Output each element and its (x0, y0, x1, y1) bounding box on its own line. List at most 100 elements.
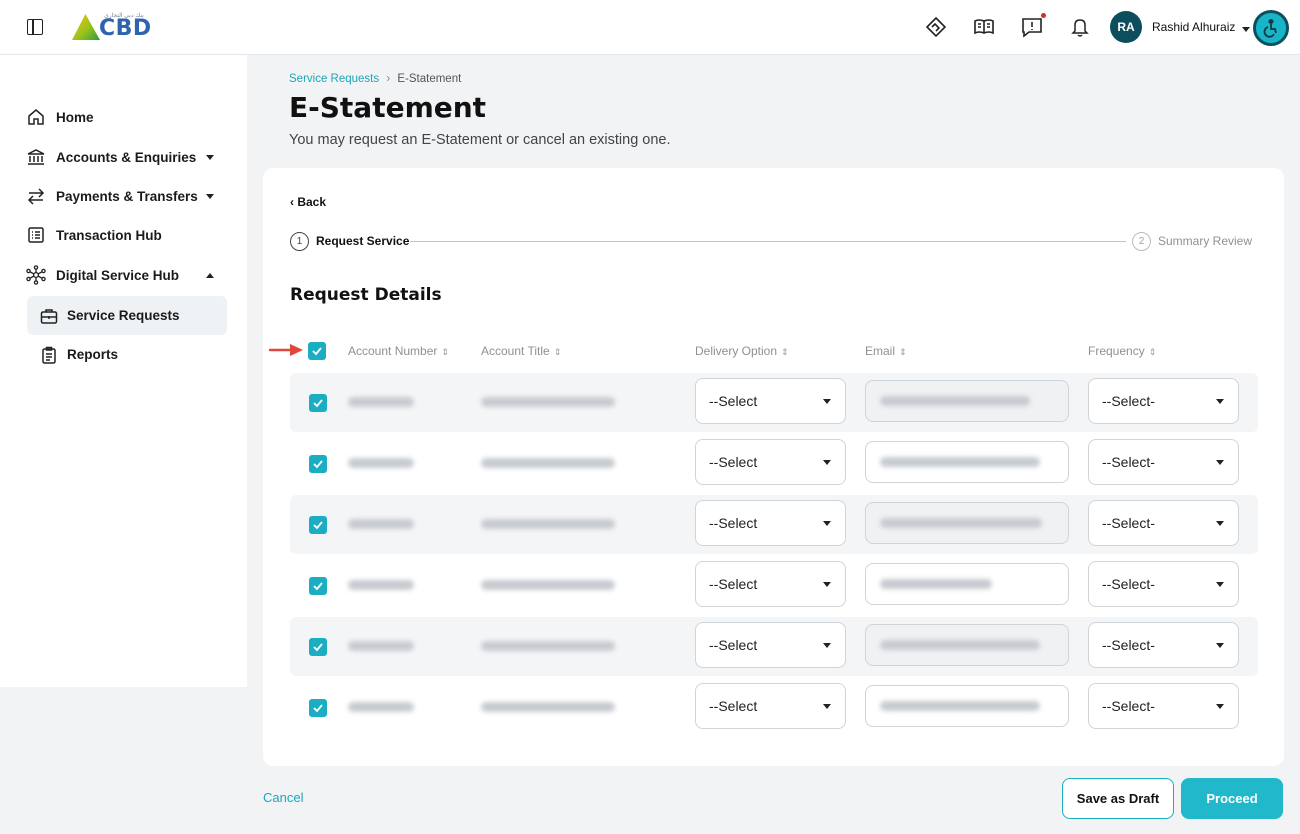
account-title-redacted (481, 397, 615, 407)
row-checkbox[interactable] (309, 699, 327, 717)
sidebar-item-service-requests[interactable]: Service Requests (27, 296, 227, 335)
account-number-redacted (348, 458, 414, 468)
account-number-redacted (348, 580, 414, 590)
email-field[interactable] (865, 441, 1069, 483)
handshake-icon[interactable] (925, 16, 947, 38)
chevron-down-icon (823, 521, 831, 526)
sort-icon[interactable]: ⇕ (554, 347, 562, 357)
sidebar-item-reports[interactable]: Reports (27, 335, 227, 374)
breadcrumb-current: E-Statement (397, 73, 462, 85)
logo-text: CBD (99, 16, 152, 41)
row-checkbox[interactable] (309, 577, 327, 595)
sort-icon[interactable]: ⇕ (781, 347, 789, 357)
frequency-select[interactable]: --Select- (1088, 500, 1239, 546)
account-title-redacted (481, 641, 615, 651)
delivery-option-select[interactable]: --Select (695, 500, 846, 546)
sidebar-toggle-icon[interactable] (27, 19, 43, 35)
delivery-option-select[interactable]: --Select (695, 439, 846, 485)
select-value: --Select- (1102, 698, 1155, 714)
briefcase-icon (39, 306, 59, 326)
chevron-up-icon[interactable] (206, 272, 214, 278)
account-title-redacted (481, 580, 615, 590)
frequency-select[interactable]: --Select- (1088, 683, 1239, 729)
sort-icon[interactable]: ⇕ (441, 347, 449, 357)
section-title: Request Details (290, 285, 442, 305)
email-field[interactable] (865, 563, 1069, 605)
feedback-icon[interactable] (1021, 13, 1046, 38)
table-row: --Select --Select- (290, 434, 1258, 493)
column-header-label: Account Number (348, 344, 438, 358)
frequency-select[interactable]: --Select- (1088, 378, 1239, 424)
save-as-draft-button[interactable]: Save as Draft (1062, 778, 1174, 819)
delivery-option-select[interactable]: --Select (695, 622, 846, 668)
delivery-option-select[interactable]: --Select (695, 378, 846, 424)
select-all-checkbox[interactable] (308, 342, 326, 360)
email-redacted (880, 579, 992, 589)
logo-mark (72, 14, 100, 40)
accessibility-icon[interactable] (1253, 10, 1289, 46)
email-redacted (880, 518, 1042, 528)
chevron-down-icon (1216, 460, 1224, 465)
chevron-down-icon[interactable] (206, 154, 214, 160)
account-title-redacted (481, 519, 615, 529)
delivery-option-select[interactable]: --Select (695, 561, 846, 607)
chevron-down-icon[interactable] (206, 193, 214, 199)
email-field[interactable] (865, 380, 1069, 422)
sidebar-item-label: Accounts & Enquiries (56, 149, 197, 165)
sidebar-item-transaction-hub[interactable]: Transaction Hub (0, 216, 247, 254)
sort-icon[interactable]: ⇕ (1149, 347, 1157, 357)
chevron-down-icon (823, 399, 831, 404)
account-number-redacted (348, 641, 414, 651)
frequency-select[interactable]: --Select- (1088, 561, 1239, 607)
column-header-frequency[interactable]: Frequency ⇕ (1088, 344, 1156, 358)
chevron-down-icon (1216, 643, 1224, 648)
row-checkbox[interactable] (309, 516, 327, 534)
user-name[interactable]: Rashid Alhuraiz (1152, 20, 1235, 34)
select-value: --Select- (1102, 515, 1155, 531)
check-icon (313, 582, 323, 591)
sidebar-item-home[interactable]: Home (0, 98, 247, 136)
breadcrumb: Service Requests › E-Statement (289, 73, 461, 85)
row-checkbox[interactable] (309, 455, 327, 473)
column-header-account-number[interactable]: Account Number ⇕ (348, 344, 449, 358)
row-checkbox[interactable] (309, 394, 327, 412)
email-field[interactable] (865, 502, 1069, 544)
annotation-arrow-icon (268, 344, 303, 356)
table-row: --Select --Select- (290, 617, 1258, 676)
sidebar-item-label: Home (56, 109, 94, 125)
sort-icon[interactable]: ⇕ (899, 347, 907, 357)
column-header-label: Account Title (481, 344, 550, 358)
sidebar-item-accounts-enquiries[interactable]: Accounts & Enquiries (0, 138, 247, 176)
frequency-select[interactable]: --Select- (1088, 439, 1239, 485)
check-icon (313, 704, 323, 713)
select-value: --Select- (1102, 454, 1155, 470)
book-icon[interactable] (973, 16, 995, 38)
row-checkbox[interactable] (309, 638, 327, 656)
column-header-label: Delivery Option (695, 344, 778, 358)
column-header-account-title[interactable]: Account Title ⇕ (481, 344, 561, 358)
step-1-label: Request Service (316, 234, 410, 248)
delivery-option-select[interactable]: --Select (695, 683, 846, 729)
frequency-select[interactable]: --Select- (1088, 622, 1239, 668)
column-header-delivery-option[interactable]: Delivery Option ⇕ (695, 344, 789, 358)
chevron-down-icon (823, 643, 831, 648)
proceed-button[interactable]: Proceed (1181, 778, 1283, 819)
avatar[interactable]: RA (1110, 11, 1142, 43)
sidebar-item-payments-transfers[interactable]: Payments & Transfers (0, 177, 247, 215)
email-field[interactable] (865, 685, 1069, 727)
sidebar-item-digital-service-hub[interactable]: Digital Service Hub (0, 256, 247, 294)
user-menu-chevron-down-icon[interactable] (1242, 27, 1250, 32)
cbd-logo[interactable]: بنك دبي التجاري CBD (72, 12, 156, 42)
back-link[interactable]: ‹ Back (290, 195, 326, 209)
list-icon (26, 225, 46, 245)
email-redacted (880, 640, 1040, 650)
account-number-redacted (348, 702, 414, 712)
email-redacted (880, 701, 1040, 711)
request-card: ‹ Back 1 Request Service 2 Summary Revie… (263, 168, 1284, 766)
select-value: --Select- (1102, 576, 1155, 592)
breadcrumb-link-service-requests[interactable]: Service Requests (289, 73, 379, 85)
bell-icon[interactable] (1069, 16, 1091, 38)
column-header-email[interactable]: Email ⇕ (865, 344, 907, 358)
cancel-button[interactable]: Cancel (263, 790, 303, 805)
email-field[interactable] (865, 624, 1069, 666)
